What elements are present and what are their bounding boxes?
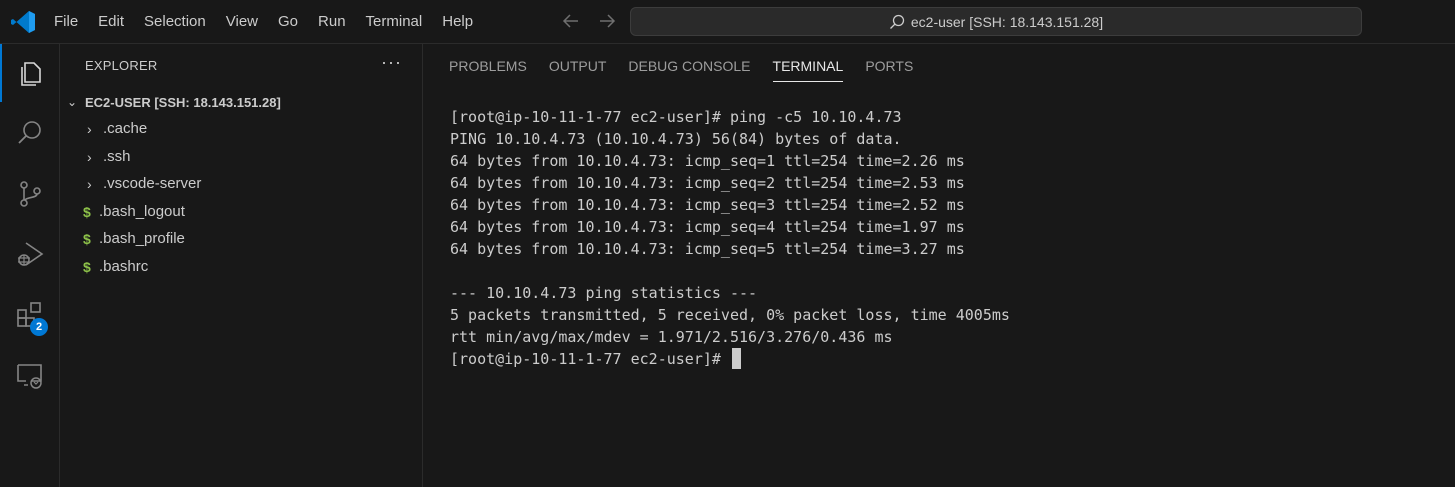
search-icon xyxy=(889,14,905,29)
terminal-prompt: [root@ip-10-11-1-77 ec2-user]# xyxy=(450,350,730,368)
tab-ports[interactable]: PORTS xyxy=(854,44,924,88)
tab-problems[interactable]: PROBLEMS xyxy=(438,44,538,88)
terminal-line: 64 bytes from 10.10.4.73: icmp_seq=5 ttl… xyxy=(450,240,965,258)
tree-item-bash-logout[interactable]: $ .bash_logout xyxy=(61,198,423,225)
shell-file-icon: $ xyxy=(83,203,91,220)
activity-run-debug[interactable] xyxy=(0,225,60,283)
tree-item-label: .bash_logout xyxy=(99,203,185,220)
activity-search[interactable] xyxy=(0,104,60,162)
tree-item-label: .ssh xyxy=(103,148,131,165)
tree-item-bashrc[interactable]: $ .bashrc xyxy=(61,253,423,280)
tree-item-label: .cache xyxy=(103,120,148,137)
terminal-line: 64 bytes from 10.10.4.73: icmp_seq=1 ttl… xyxy=(450,152,965,170)
explorer-icon xyxy=(21,62,41,86)
workspace-root-label: EC2-USER [SSH: 18.143.151.28] xyxy=(85,94,281,110)
bottom-panel: PROBLEMS OUTPUT DEBUG CONSOLE TERMINAL P… xyxy=(424,44,1455,487)
activity-source-control[interactable] xyxy=(0,165,60,223)
terminal-line: 64 bytes from 10.10.4.73: icmp_seq=2 ttl… xyxy=(450,174,965,192)
tree-item-ssh[interactable]: › .ssh xyxy=(61,143,423,170)
chevron-right-icon: › xyxy=(87,148,92,165)
terminal-prompt-line[interactable]: [root@ip-10-11-1-77 ec2-user]# xyxy=(450,348,1010,370)
shell-file-icon: $ xyxy=(83,258,91,275)
terminal-line: 5 packets transmitted, 5 received, 0% pa… xyxy=(450,306,1010,324)
remote-explorer-icon xyxy=(17,364,42,389)
menu-selection[interactable]: Selection xyxy=(134,0,216,44)
activity-remote-explorer[interactable] xyxy=(0,346,60,404)
menu-run[interactable]: Run xyxy=(308,0,356,44)
tab-output[interactable]: OUTPUT xyxy=(538,44,618,88)
vscode-logo-icon[interactable] xyxy=(10,10,36,34)
terminal-cursor xyxy=(731,348,741,369)
tab-debug-console[interactable]: DEBUG CONSOLE xyxy=(617,44,761,88)
tree-item-vscode-server[interactable]: › .vscode-server xyxy=(61,170,423,197)
source-control-icon xyxy=(20,181,41,207)
tree-item-label: .bash_profile xyxy=(99,230,185,247)
terminal-line: --- 10.10.4.73 ping statistics --- xyxy=(450,284,758,302)
menu-view[interactable]: View xyxy=(216,0,268,44)
menu-terminal[interactable]: Terminal xyxy=(356,0,433,44)
activity-explorer[interactable] xyxy=(0,44,60,102)
workspace-root[interactable]: ⌄ EC2-USER [SSH: 18.143.151.28] xyxy=(61,91,423,113)
navigation-arrows xyxy=(560,10,618,32)
tree-item-bash-profile[interactable]: $ .bash_profile xyxy=(61,225,423,252)
terminal-output[interactable]: [root@ip-10-11-1-77 ec2-user]# ping -c5 … xyxy=(450,106,1010,370)
tree-item-label: .bashrc xyxy=(99,258,149,275)
run-debug-icon xyxy=(18,242,44,266)
command-center-text: ec2-user [SSH: 18.143.151.28] xyxy=(910,13,1104,30)
chevron-down-icon: ⌄ xyxy=(67,95,78,109)
menu-edit[interactable]: Edit xyxy=(88,0,134,44)
more-actions-button[interactable]: ··· xyxy=(381,52,402,73)
menu-go[interactable]: Go xyxy=(268,0,308,44)
explorer-title: EXPLORER xyxy=(85,58,158,73)
chevron-right-icon: › xyxy=(87,120,92,137)
menu-bar: File Edit Selection View Go Run Terminal… xyxy=(44,0,483,44)
shell-file-icon: $ xyxy=(83,230,91,247)
extensions-badge: 2 xyxy=(30,318,48,336)
search-icon xyxy=(18,121,41,144)
terminal-line: PING 10.10.4.73 (10.10.4.73) 56(84) byte… xyxy=(450,130,902,148)
tree-item-label: .vscode-server xyxy=(103,175,202,192)
title-bar: File Edit Selection View Go Run Terminal… xyxy=(0,0,1455,44)
terminal-line: [root@ip-10-11-1-77 ec2-user]# ping -c5 … xyxy=(450,108,902,126)
chevron-right-icon: › xyxy=(87,175,92,192)
tab-terminal[interactable]: TERMINAL xyxy=(762,44,855,88)
activity-extensions[interactable]: 2 xyxy=(0,286,60,344)
terminal-line: rtt min/avg/max/mdev = 1.971/2.516/3.276… xyxy=(450,328,893,346)
activity-bar: 2 xyxy=(0,44,60,487)
terminal-line: 64 bytes from 10.10.4.73: icmp_seq=4 ttl… xyxy=(450,218,965,236)
command-center[interactable]: ec2-user [SSH: 18.143.151.28] xyxy=(630,7,1362,36)
arrow-left-icon[interactable] xyxy=(560,10,582,32)
arrow-right-icon[interactable] xyxy=(596,10,618,32)
menu-help[interactable]: Help xyxy=(432,0,483,44)
explorer-sidebar: EXPLORER ··· ⌄ EC2-USER [SSH: 18.143.151… xyxy=(61,44,423,487)
tree-item-cache[interactable]: › .cache xyxy=(61,115,423,142)
panel-tabs: PROBLEMS OUTPUT DEBUG CONSOLE TERMINAL P… xyxy=(438,44,924,88)
menu-file[interactable]: File xyxy=(44,0,88,44)
terminal-line: 64 bytes from 10.10.4.73: icmp_seq=3 ttl… xyxy=(450,196,965,214)
